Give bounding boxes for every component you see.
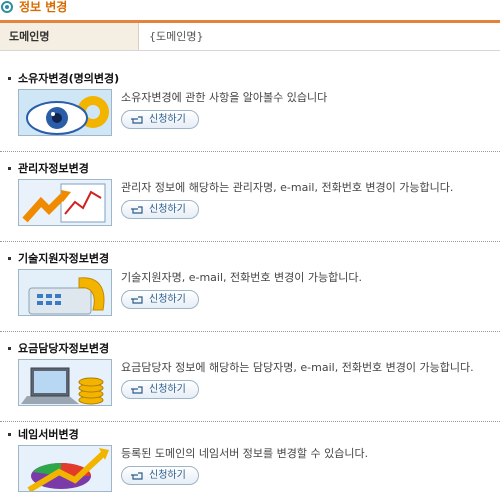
apply-button-tech-contact-change[interactable]: 신청하기: [121, 290, 199, 309]
pie-chart-arrow-icon: [18, 445, 112, 492]
list-item-nameserver-change: 네임서버변경 등록된 도메인의 네임서버 정보를 변경할 수 있습니다. 신청하…: [0, 418, 500, 497]
item-title: 기술지원자정보변경: [8, 252, 109, 265]
list-item-billing-contact-change: 요금담당자정보변경 요금담당자 정보에 해당하는 담당자명, e-mail, 전…: [0, 332, 500, 422]
list-item-tech-contact-change: 기술지원자정보변경 기술지원자명, e-mail, 전화번호 변경이 가능합니다…: [0, 242, 500, 332]
domain-value: {도메인명}: [149, 30, 204, 43]
pointing-hand-icon: [131, 472, 143, 480]
page-title: 정보 변경: [19, 0, 68, 14]
apply-button-admin-change[interactable]: 신청하기: [121, 200, 199, 219]
list-item-admin-change: 관리자정보변경 관리자 정보에 해당하는 관리자명, e-mail, 전화번호 …: [0, 152, 500, 242]
pointing-hand-icon: [131, 206, 143, 214]
pointing-hand-icon: [131, 386, 143, 394]
laptop-coins-icon: [18, 359, 112, 406]
domain-label: 도메인명: [0, 23, 139, 50]
item-title: 소유자변경(명의변경): [8, 72, 119, 85]
item-title: 네임서버변경: [8, 428, 79, 441]
pointing-hand-icon: [131, 296, 143, 304]
item-title: 요금담당자정보변경: [8, 342, 109, 355]
domain-info-row: 도메인명 {도메인명}: [0, 20, 500, 51]
pointing-hand-icon: [131, 116, 143, 124]
item-title: 관리자정보변경: [8, 162, 89, 175]
item-description: 요금담당자 정보에 해당하는 담당자명, e-mail, 전화번호 변경이 가능…: [121, 361, 474, 374]
item-description: 등록된 도메인의 네임서버 정보를 변경할 수 있습니다.: [121, 447, 369, 460]
apply-button-owner-change[interactable]: 신청하기: [121, 110, 199, 129]
item-description: 관리자 정보에 해당하는 관리자명, e-mail, 전화번호 변경이 가능합니…: [121, 181, 454, 194]
apply-button-nameserver-change[interactable]: 신청하기: [121, 466, 199, 485]
item-description: 기술지원자명, e-mail, 전화번호 변경이 가능합니다.: [121, 271, 362, 284]
phone-keypad-icon: [18, 269, 112, 316]
apply-button-billing-contact-change[interactable]: 신청하기: [121, 380, 199, 399]
eye-gear-icon: [18, 89, 112, 136]
chart-arrow-icon: [18, 179, 112, 226]
list-item-owner-change: 소유자변경(명의변경) 소유자변경에 관한 사항을 알아볼수 있습니다 신청하기: [0, 62, 500, 152]
bullet-circle-icon: [1, 1, 13, 13]
section-header: 정보 변경: [0, 0, 500, 20]
item-description: 소유자변경에 관한 사항을 알아볼수 있습니다: [121, 91, 328, 104]
